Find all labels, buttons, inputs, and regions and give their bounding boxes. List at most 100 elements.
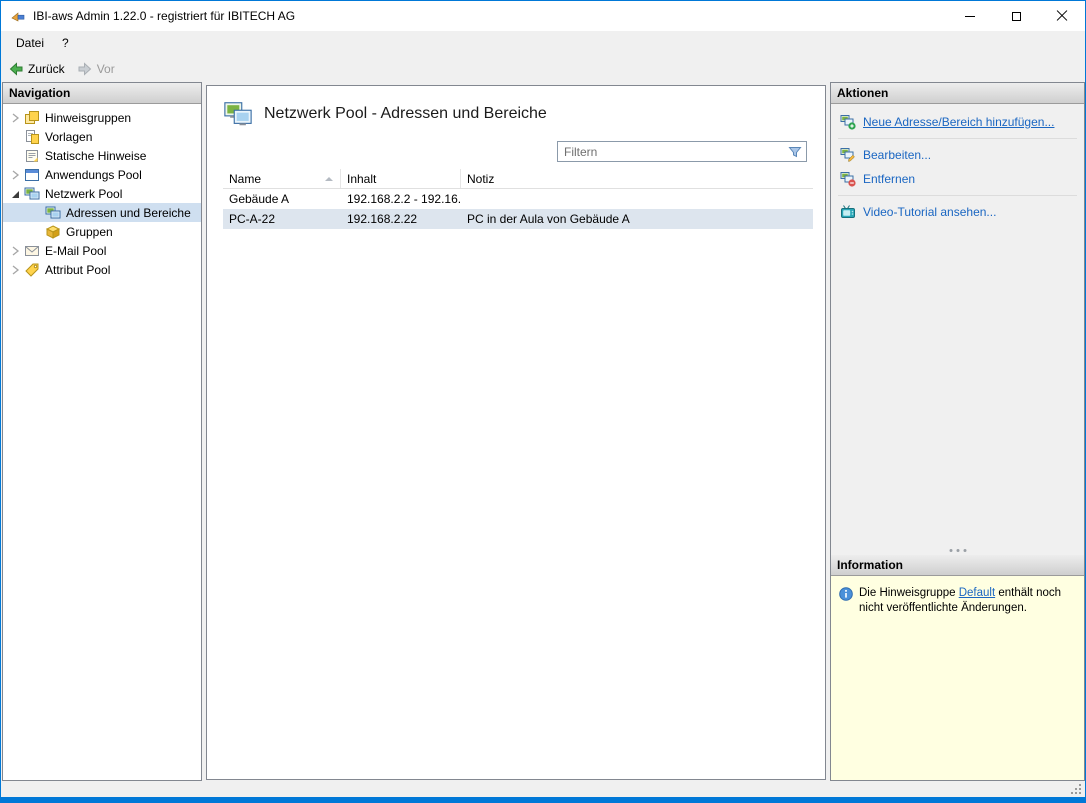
back-button[interactable]: Zurück (8, 61, 65, 77)
nav-item-hinweisgruppen[interactable]: Hinweisgruppen (3, 108, 201, 127)
window-title: IBI-aws Admin 1.22.0 - registriert für I… (33, 9, 295, 23)
info-text-before: Die Hinweisgruppe (859, 587, 959, 599)
chevron-right-icon[interactable] (8, 168, 22, 182)
column-header-notiz[interactable]: Notiz (461, 169, 813, 188)
chevron-spacer (8, 149, 22, 163)
forward-button-label: Vor (97, 62, 115, 76)
attribute-pool-icon (24, 262, 40, 278)
nav-item-label: Adressen und Bereiche (66, 206, 191, 220)
groups-icon (45, 224, 61, 240)
separator (838, 138, 1077, 139)
close-icon (1056, 10, 1068, 22)
nav-item-label: Anwendungs Pool (45, 168, 142, 182)
splitter-grip[interactable] (949, 549, 966, 552)
cell-inhalt: 192.168.2.2 - 192.16... (341, 192, 461, 206)
title-bar: IBI-aws Admin 1.22.0 - registriert für I… (1, 1, 1085, 31)
main-content-card: Netzwerk Pool - Adressen und Bereiche Na… (206, 85, 826, 780)
action-label: Entfernen (863, 172, 915, 186)
cell-inhalt: 192.168.2.22 (341, 212, 461, 226)
maximize-icon (1012, 12, 1021, 21)
templates-icon (24, 129, 40, 145)
close-button[interactable] (1039, 1, 1085, 31)
sort-ascending-icon (325, 177, 333, 181)
filter-box (557, 141, 807, 162)
nav-item-label: Netzwerk Pool (45, 187, 122, 201)
addresses-icon (45, 205, 61, 221)
maximize-button[interactable] (993, 1, 1039, 31)
nav-item-adressen-und-bereiche[interactable]: Adressen und Bereiche (3, 203, 201, 222)
chevron-right-icon[interactable] (8, 244, 22, 258)
nav-item-gruppen[interactable]: Gruppen (3, 222, 201, 241)
cell-notiz: PC in der Aula von Gebäude A (461, 212, 813, 226)
information-panel-header: Information (831, 555, 1084, 576)
actions-list: Neue Adresse/Bereich hinzufügen... Bearb… (831, 104, 1084, 555)
column-header-name[interactable]: Name (223, 169, 341, 188)
navigation-panel: Navigation Hinweisgruppen Vorlagen Stati… (2, 82, 202, 781)
column-header-inhalt[interactable]: Inhalt (341, 169, 461, 188)
filter-input[interactable] (558, 143, 787, 160)
chevron-expanded-icon[interactable] (8, 187, 22, 201)
back-arrow-icon (8, 61, 24, 77)
right-panel: Aktionen Neue Adresse/Bereich hinzufügen… (830, 82, 1085, 781)
cell-name: PC-A-22 (223, 212, 341, 226)
forward-arrow-icon (77, 61, 93, 77)
app-icon (10, 8, 26, 24)
column-header-label: Inhalt (347, 172, 376, 186)
edit-action[interactable]: Bearbeiten... (831, 143, 1084, 167)
menu-item-help[interactable]: ? (53, 33, 78, 53)
window-border-bottom (1, 797, 1085, 802)
add-address-icon (840, 114, 856, 130)
nav-item-email-pool[interactable]: E-Mail Pool (3, 241, 201, 260)
separator (838, 195, 1077, 196)
nav-item-statische-hinweise[interactable]: Statische Hinweise (3, 146, 201, 165)
network-pool-icon (24, 186, 40, 202)
navigation-panel-header: Navigation (3, 83, 201, 104)
remove-action[interactable]: Entfernen (831, 167, 1084, 191)
default-group-link[interactable]: Default (959, 587, 995, 599)
back-button-label: Zurück (28, 62, 65, 76)
chevron-spacer (8, 130, 22, 144)
minimize-button[interactable] (947, 1, 993, 31)
actions-panel-header: Aktionen (831, 83, 1084, 104)
status-bar (1, 782, 1085, 797)
table-row[interactable]: PC-A-22 192.168.2.22 PC in der Aula von … (223, 209, 813, 229)
chevron-right-icon[interactable] (8, 263, 22, 277)
table-header: Name Inhalt Notiz (223, 169, 813, 189)
nav-item-attribut-pool[interactable]: Attribut Pool (3, 260, 201, 279)
nav-item-vorlagen[interactable]: Vorlagen (3, 127, 201, 146)
information-panel-title: Information (837, 558, 903, 572)
nav-item-label: Attribut Pool (45, 263, 110, 277)
nav-item-netzwerk-pool[interactable]: Netzwerk Pool (3, 184, 201, 203)
information-content: Die Hinweisgruppe Default enthält noch n… (831, 576, 1084, 780)
toolbar: Zurück Vor (1, 55, 1085, 82)
chevron-right-icon[interactable] (8, 111, 22, 125)
edit-address-icon (840, 147, 856, 163)
navigation-tree: Hinweisgruppen Vorlagen Statische Hinwei… (3, 104, 201, 279)
column-header-label: Notiz (467, 172, 494, 186)
nav-item-label: Statische Hinweise (45, 149, 146, 163)
page-title: Netzwerk Pool - Adressen und Bereiche (264, 105, 547, 123)
static-notices-icon (24, 148, 40, 164)
hint-groups-icon (24, 110, 40, 126)
information-message: Die Hinweisgruppe Default enthält noch n… (859, 586, 1076, 780)
nav-item-label: Hinweisgruppen (45, 111, 131, 125)
forward-button[interactable]: Vor (77, 61, 115, 77)
navigation-panel-title: Navigation (9, 86, 70, 100)
filter-row (223, 141, 807, 162)
menu-item-datei[interactable]: Datei (7, 33, 53, 53)
main-area: Netzwerk Pool - Adressen und Bereiche Na… (204, 82, 828, 781)
resize-grip[interactable] (1071, 784, 1082, 795)
email-pool-icon (24, 243, 40, 259)
action-label: Video-Tutorial ansehen... (863, 205, 996, 219)
info-icon (839, 587, 853, 601)
video-tutorial-action[interactable]: Video-Tutorial ansehen... (831, 200, 1084, 224)
filter-funnel-icon[interactable] (787, 144, 803, 160)
nav-item-label: E-Mail Pool (45, 244, 106, 258)
add-address-action[interactable]: Neue Adresse/Bereich hinzufügen... (831, 110, 1084, 134)
address-table: Name Inhalt Notiz Gebäude A 192.168.2.2 … (223, 169, 813, 229)
action-label: Neue Adresse/Bereich hinzufügen... (863, 115, 1054, 129)
application-pool-icon (24, 167, 40, 183)
minimize-icon (965, 16, 975, 17)
table-row[interactable]: Gebäude A 192.168.2.2 - 192.16... (223, 189, 813, 209)
nav-item-anwendungs-pool[interactable]: Anwendungs Pool (3, 165, 201, 184)
